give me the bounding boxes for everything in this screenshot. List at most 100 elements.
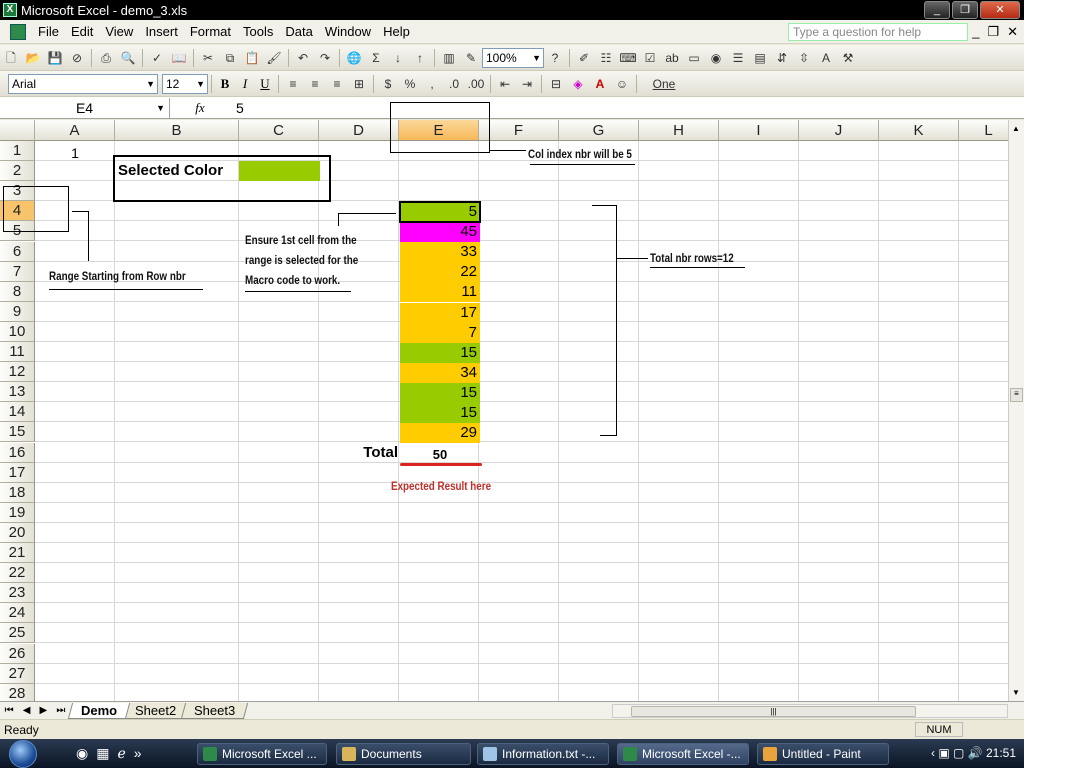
increase-indent-icon[interactable]: ⇥ (518, 75, 536, 93)
column-header-a[interactable]: A (35, 120, 115, 141)
new-icon[interactable]: 🗋 (2, 49, 20, 67)
menu-view[interactable]: View (99, 24, 139, 39)
close-button[interactable]: ✕ (980, 1, 1020, 19)
task-excel-1[interactable]: Microsoft Excel ... (197, 743, 327, 765)
zoom-select[interactable]: 100% ▼ (482, 47, 544, 68)
drawing-icon[interactable]: ✎ (462, 49, 480, 67)
column-header-d[interactable]: D (319, 120, 399, 141)
cell-e12[interactable]: 34 (400, 362, 480, 383)
bold-button[interactable]: B (215, 74, 235, 94)
scroll-down-icon[interactable]: ▼ (1012, 688, 1020, 697)
row-header-7[interactable]: 7 (0, 261, 35, 282)
label-control-icon[interactable]: A (817, 49, 835, 67)
sort-descending-icon[interactable]: ↑ (411, 49, 429, 67)
menu-edit[interactable]: Edit (65, 24, 99, 39)
button-control-icon[interactable]: ▭ (685, 49, 703, 67)
cell-a1[interactable]: 1 (35, 143, 115, 163)
function-icon[interactable]: fx (170, 100, 230, 116)
row-header-24[interactable]: 24 (0, 603, 35, 624)
task-excel-2[interactable]: Microsoft Excel -... (617, 743, 749, 765)
save-icon[interactable]: 💾 (46, 49, 64, 67)
row-header-19[interactable]: 19 (0, 502, 35, 523)
permission-icon[interactable]: ⊘ (68, 49, 86, 67)
align-center-icon[interactable]: ≡ (306, 75, 324, 93)
menu-format[interactable]: Format (184, 24, 237, 39)
menu-tools[interactable]: Tools (237, 24, 279, 39)
column-header-l[interactable]: L (959, 120, 1009, 141)
print-icon[interactable]: ⎙ (97, 49, 115, 67)
decrease-decimal-icon[interactable]: .00 (467, 75, 485, 93)
column-header-j[interactable]: J (799, 120, 879, 141)
row-header-27[interactable]: 27 (0, 663, 35, 684)
column-header-c[interactable]: C (239, 120, 319, 141)
vertical-scrollbar[interactable]: ▲ ≡ ▼ (1008, 120, 1024, 701)
menu-insert[interactable]: Insert (139, 24, 184, 39)
sort-ascending-icon[interactable]: ↓ (389, 49, 407, 67)
borders-icon[interactable]: ⊟ (547, 75, 565, 93)
row-header-2[interactable]: 2 (0, 161, 35, 182)
row-header-20[interactable]: 20 (0, 522, 35, 543)
row-header-17[interactable]: 17 (0, 462, 35, 483)
horizontal-scrollbar[interactable]: ||| (612, 704, 1008, 718)
ie-icon[interactable]: ℯ (117, 745, 125, 762)
row-header-8[interactable]: 8 (0, 281, 35, 302)
comma-icon[interactable]: , (423, 75, 441, 93)
cell-e6[interactable]: 33 (400, 242, 480, 263)
help-icon[interactable]: ? (546, 49, 564, 67)
row-header-28[interactable]: 28 (0, 683, 35, 701)
row-header-23[interactable]: 23 (0, 583, 35, 604)
decrease-indent-icon[interactable]: ⇤ (496, 75, 514, 93)
row-header-10[interactable]: 10 (0, 321, 35, 342)
task-paint[interactable]: Untitled - Paint (757, 743, 889, 765)
row-header-11[interactable]: 11 (0, 342, 35, 362)
scroll-thumb[interactable]: ≡ (1010, 388, 1023, 402)
selected-color-swatch[interactable] (239, 161, 320, 181)
cell-e11[interactable]: 15 (400, 342, 480, 363)
listbox-control-icon[interactable]: ☰ (729, 49, 747, 67)
tray-icons[interactable]: ‹ ▣ ▢ 🔊 (931, 746, 986, 760)
media-icon[interactable]: ◉ (76, 745, 88, 762)
workbook-minimize-icon[interactable]: _ (972, 24, 979, 40)
chart-wizard-icon[interactable]: ▥ (440, 49, 458, 67)
spinner-control-icon[interactable]: ⇳ (795, 49, 813, 67)
column-header-h[interactable]: H (639, 120, 719, 141)
scroll-up-icon[interactable]: ▲ (1012, 124, 1020, 133)
undo-icon[interactable]: ↶ (294, 49, 312, 67)
row-header-15[interactable]: 15 (0, 422, 35, 443)
fill-color-icon[interactable]: ◈ (569, 75, 587, 93)
column-header-g[interactable]: G (559, 120, 639, 141)
column-header-k[interactable]: K (879, 120, 959, 141)
first-sheet-icon[interactable]: ⏮ (5, 705, 14, 716)
edit-icon[interactable]: ✐ (575, 49, 593, 67)
increase-decimal-icon[interactable]: .0 (445, 75, 463, 93)
column-header-f[interactable]: F (479, 120, 559, 141)
help-search-input[interactable]: Type a question for help (788, 23, 968, 41)
minimize-button[interactable]: _ (924, 1, 950, 19)
smiley-icon[interactable]: ☺ (613, 75, 631, 93)
prev-sheet-icon[interactable]: ◀ (23, 705, 31, 716)
spreadsheet-grid[interactable]: A B C D E F G H I J K L 1 2 3 4 5 6 7 8 9 10 11 12 13 14 15 16 17 18 1… (0, 120, 1009, 701)
menu-window[interactable]: Window (319, 24, 377, 39)
next-sheet-icon[interactable]: ▶ (40, 705, 48, 716)
font-select[interactable]: Arial ▼ (8, 73, 158, 94)
combobox-control-icon[interactable]: ▤ (751, 49, 769, 67)
menu-help[interactable]: Help (377, 24, 416, 39)
restore-button[interactable]: ❐ (952, 1, 978, 19)
currency-icon[interactable]: $ (379, 75, 397, 93)
cut-icon[interactable]: ✂ (199, 49, 217, 67)
merge-center-icon[interactable]: ⊞ (350, 75, 368, 93)
workbook-restore-icon[interactable]: ❐ (987, 24, 999, 40)
style-box[interactable]: One (642, 75, 686, 93)
row-header-22[interactable]: 22 (0, 563, 35, 584)
menu-data[interactable]: Data (279, 24, 318, 39)
row-header-16[interactable]: 16 (0, 442, 35, 463)
cell-e8[interactable]: 11 (400, 282, 480, 303)
workbook-icon[interactable] (10, 23, 26, 40)
cell-e7[interactable]: 22 (400, 262, 480, 283)
cell-e13[interactable]: 15 (400, 382, 480, 403)
column-header-b[interactable]: B (115, 120, 239, 141)
cell-e10[interactable]: 7 (400, 322, 480, 343)
name-box[interactable]: E4 ▼ (0, 97, 170, 118)
sheet-tab-sheet2[interactable]: Sheet2 (121, 702, 190, 719)
menu-file[interactable]: File (32, 24, 65, 39)
